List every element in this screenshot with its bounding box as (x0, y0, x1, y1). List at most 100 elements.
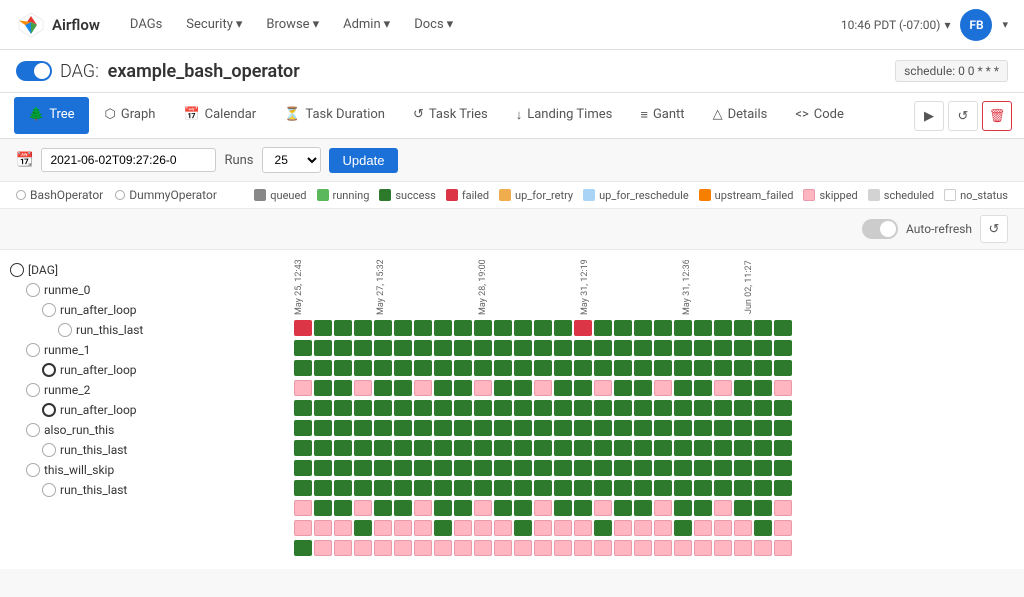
grid-cell[interactable] (374, 520, 392, 536)
nav-docs[interactable]: Docs ▾ (404, 11, 463, 38)
grid-cell[interactable] (474, 360, 492, 376)
grid-cell[interactable] (534, 520, 552, 536)
grid-cell[interactable] (374, 460, 392, 476)
grid-cell[interactable] (314, 400, 332, 416)
nav-security[interactable]: Security ▾ (176, 11, 252, 38)
grid-cell[interactable] (334, 360, 352, 376)
grid-cell[interactable] (594, 480, 612, 496)
grid-cell[interactable] (734, 340, 752, 356)
grid-cell[interactable] (634, 540, 652, 556)
grid-cell[interactable] (554, 400, 572, 416)
grid-cell[interactable] (354, 540, 372, 556)
tab-details[interactable]: △ Details (699, 97, 782, 134)
grid-cell[interactable] (514, 420, 532, 436)
grid-cell[interactable] (754, 520, 772, 536)
grid-cell[interactable] (674, 440, 692, 456)
grid-cell[interactable] (694, 320, 712, 336)
tree-node-run-this-last-1[interactable]: run_this_last (10, 440, 280, 460)
grid-cell[interactable] (294, 480, 312, 496)
grid-cell[interactable] (454, 460, 472, 476)
grid-cell[interactable] (714, 320, 732, 336)
grid-cell[interactable] (454, 340, 472, 356)
grid-cell[interactable] (674, 380, 692, 396)
grid-cell[interactable] (454, 380, 472, 396)
grid-cell[interactable] (294, 340, 312, 356)
grid-cell[interactable] (574, 420, 592, 436)
grid-cell[interactable] (554, 360, 572, 376)
grid-cell[interactable] (434, 480, 452, 496)
grid-cell[interactable] (554, 460, 572, 476)
grid-cell[interactable] (774, 360, 792, 376)
tree-node-run-after-loop-0[interactable]: run_after_loop (10, 300, 280, 320)
grid-cell[interactable] (354, 460, 372, 476)
tree-node-also-run-this[interactable]: also_run_this (10, 420, 280, 440)
grid-cell[interactable] (354, 500, 372, 516)
grid-cell[interactable] (554, 480, 572, 496)
grid-cell[interactable] (634, 320, 652, 336)
grid-cell[interactable] (674, 540, 692, 556)
grid-cell[interactable] (734, 500, 752, 516)
grid-cell[interactable] (654, 380, 672, 396)
grid-cell[interactable] (414, 460, 432, 476)
grid-cell[interactable] (534, 500, 552, 516)
grid-cell[interactable] (334, 400, 352, 416)
grid-cell[interactable] (674, 480, 692, 496)
date-input[interactable] (41, 148, 216, 172)
grid-cell[interactable] (634, 460, 652, 476)
grid-cell[interactable] (474, 400, 492, 416)
grid-cell[interactable] (734, 400, 752, 416)
grid-cell[interactable] (354, 360, 372, 376)
grid-cell[interactable] (374, 400, 392, 416)
grid-cell[interactable] (634, 420, 652, 436)
grid-cell[interactable] (774, 540, 792, 556)
grid-cell[interactable] (314, 540, 332, 556)
grid-cell[interactable] (754, 440, 772, 456)
grid-cell[interactable] (774, 520, 792, 536)
grid-cell[interactable] (574, 320, 592, 336)
grid-cell[interactable] (554, 340, 572, 356)
tree-node-runme2[interactable]: runme_2 (10, 380, 280, 400)
grid-cell[interactable] (754, 360, 772, 376)
grid-cell[interactable] (634, 440, 652, 456)
grid-cell[interactable] (514, 360, 532, 376)
grid-cell[interactable] (534, 480, 552, 496)
grid-cell[interactable] (354, 520, 372, 536)
grid-cell[interactable] (434, 500, 452, 516)
grid-cell[interactable] (394, 440, 412, 456)
grid-cell[interactable] (434, 400, 452, 416)
grid-cell[interactable] (334, 520, 352, 536)
grid-cell[interactable] (574, 500, 592, 516)
grid-cell[interactable] (674, 320, 692, 336)
grid-cell[interactable] (774, 480, 792, 496)
grid-cell[interactable] (674, 360, 692, 376)
grid-cell[interactable] (534, 400, 552, 416)
grid-cell[interactable] (474, 440, 492, 456)
grid-cell[interactable] (754, 540, 772, 556)
grid-cell[interactable] (454, 400, 472, 416)
grid-cell[interactable] (454, 480, 472, 496)
tab-code[interactable]: <> Code (781, 97, 858, 134)
grid-cell[interactable] (734, 380, 752, 396)
grid-cell[interactable] (414, 480, 432, 496)
grid-cell[interactable] (634, 520, 652, 536)
tab-landing-times[interactable]: ↓ Landing Times (502, 97, 627, 135)
grid-cell[interactable] (674, 520, 692, 536)
grid-cell[interactable] (394, 460, 412, 476)
grid-cell[interactable] (654, 360, 672, 376)
grid-cell[interactable] (374, 440, 392, 456)
grid-cell[interactable] (294, 460, 312, 476)
grid-cell[interactable] (694, 340, 712, 356)
tree-node-dag[interactable]: [DAG] (10, 260, 280, 280)
grid-cell[interactable] (594, 380, 612, 396)
tab-gantt[interactable]: ≡ Gantt (626, 97, 698, 135)
autorefresh-refresh-button[interactable]: ↺ (980, 215, 1008, 243)
grid-cell[interactable] (474, 380, 492, 396)
grid-cell[interactable] (634, 380, 652, 396)
grid-cell[interactable] (474, 320, 492, 336)
grid-cell[interactable] (594, 540, 612, 556)
grid-cell[interactable] (494, 520, 512, 536)
grid-cell[interactable] (374, 500, 392, 516)
grid-cell[interactable] (574, 480, 592, 496)
grid-cell[interactable] (554, 520, 572, 536)
nav-browse[interactable]: Browse ▾ (256, 11, 329, 38)
